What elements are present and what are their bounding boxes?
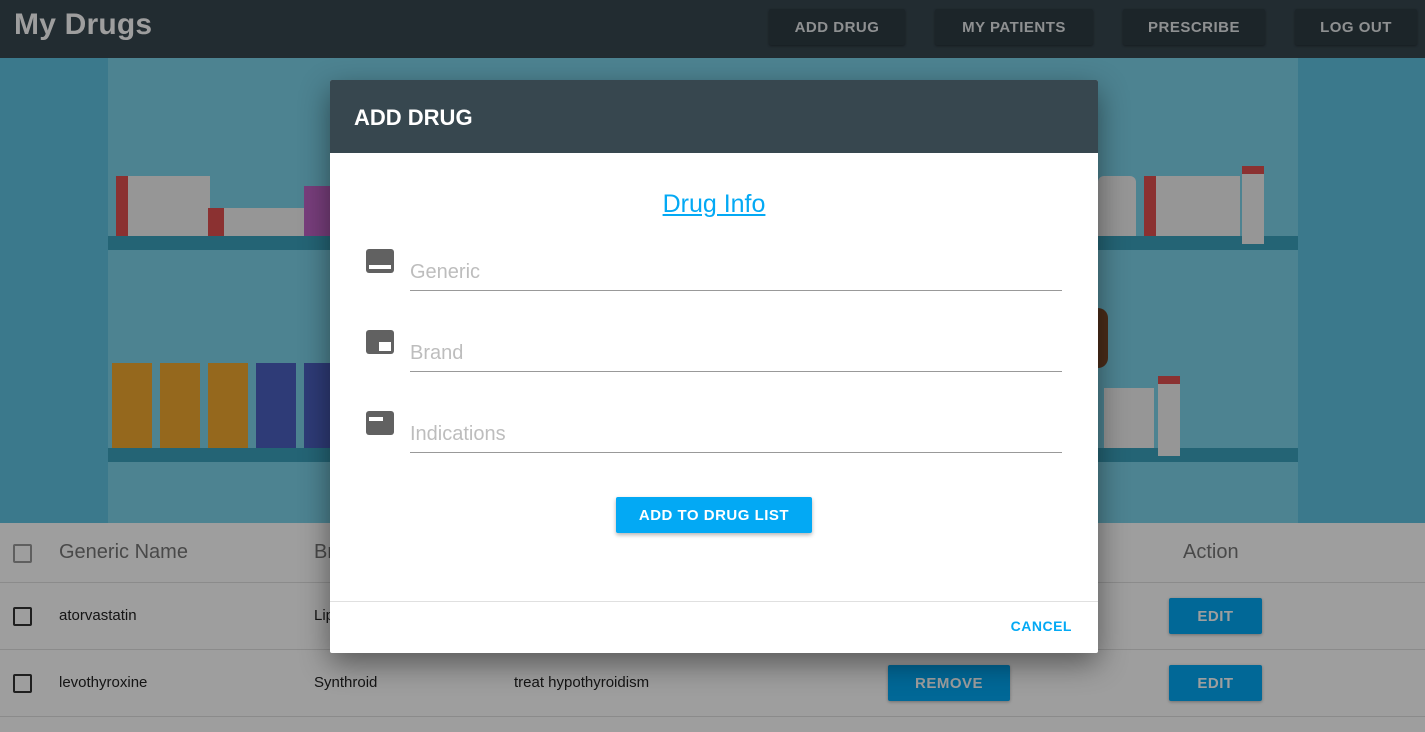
dialog-divider xyxy=(330,601,1098,602)
add-to-drug-list-button[interactable]: ADD TO DRUG LIST xyxy=(616,497,812,533)
dialog-title: ADD DRUG xyxy=(354,105,473,130)
indications-input[interactable] xyxy=(410,416,1062,453)
add-drug-dialog: ADD DRUG Drug Info ADD TO DRUG LIST CANC… xyxy=(330,80,1098,653)
drug-info-link[interactable]: Drug Info xyxy=(330,190,1098,219)
generic-input[interactable] xyxy=(410,254,1062,291)
dialog-header: ADD DRUG xyxy=(330,80,1098,153)
cancel-button[interactable]: CANCEL xyxy=(1011,618,1072,634)
card-text-icon xyxy=(366,411,394,435)
brand-input[interactable] xyxy=(410,335,1062,372)
subtitles-icon xyxy=(366,249,394,273)
picture-in-picture-icon xyxy=(366,330,394,354)
